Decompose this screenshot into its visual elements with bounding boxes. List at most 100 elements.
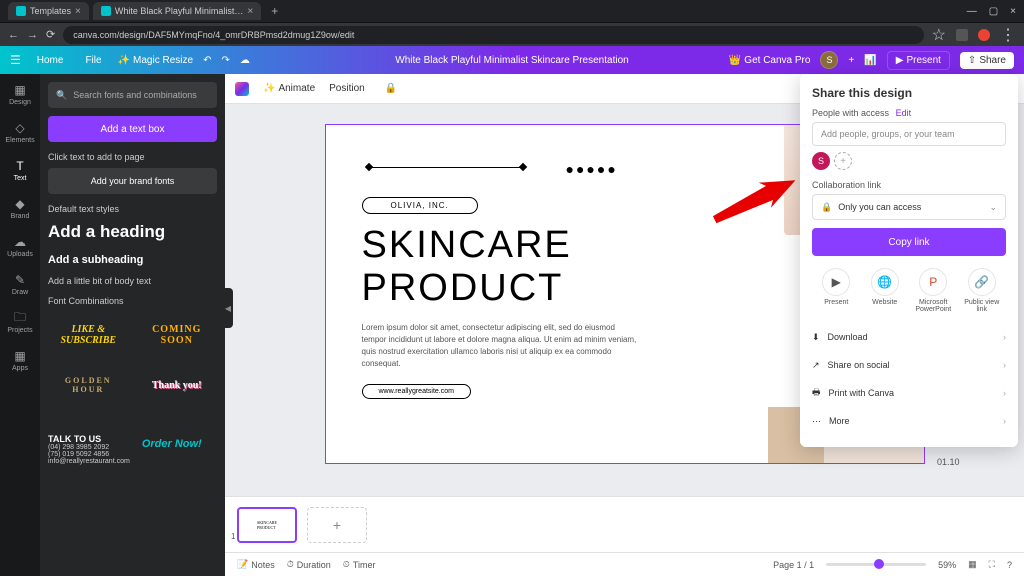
combo-thank-you[interactable]: Thank you! xyxy=(137,364,218,406)
rail-label: Apps xyxy=(12,365,28,372)
combo-talk-to-us[interactable]: TALK TO US (04) 298 3985 2092 (75) 019 5… xyxy=(48,434,130,465)
present-label: Present xyxy=(906,55,940,66)
add-member-icon[interactable]: + xyxy=(848,55,854,66)
combo-coming-soon[interactable]: COMING SOON xyxy=(137,314,218,356)
get-pro-button[interactable]: 👑Get Canva Pro xyxy=(729,55,811,66)
animate-button[interactable]: ✨Animate xyxy=(263,83,315,94)
color-picker-icon[interactable] xyxy=(235,82,249,96)
browser-tab-templates[interactable]: Templates × xyxy=(8,2,89,20)
add-member-button[interactable]: + xyxy=(834,152,852,170)
present-button[interactable]: ▶Present xyxy=(887,51,950,70)
user-avatar[interactable]: S xyxy=(820,51,838,69)
reload-icon[interactable]: ⟳ xyxy=(46,28,55,41)
zoom-thumb[interactable] xyxy=(874,559,884,569)
brand-chip[interactable]: OLIVIA, INC. xyxy=(362,197,478,214)
access-level-select[interactable]: 🔒 Only you can access ⌄ xyxy=(812,194,1006,220)
combo-golden-hour[interactable]: GOLDEN HOUR xyxy=(48,364,129,406)
share-public-link[interactable]: 🔗Public view link xyxy=(959,268,1005,313)
rail-label: Uploads xyxy=(7,251,33,258)
document-title[interactable]: White Black Playful Minimalist Skincare … xyxy=(395,55,628,66)
close-icon[interactable]: × xyxy=(75,6,81,17)
more-row[interactable]: ⋯More› xyxy=(812,407,1006,435)
profile-icon[interactable] xyxy=(978,29,990,41)
rail-draw[interactable]: ✎Draw xyxy=(0,270,40,298)
copy-link-button[interactable]: Copy link xyxy=(812,228,1006,256)
undo-icon[interactable]: ↶ xyxy=(203,55,211,66)
draw-icon: ✎ xyxy=(12,272,28,288)
page-number-badge: 01.10 xyxy=(937,457,960,467)
menu-icon[interactable]: ⋮ xyxy=(1000,25,1016,45)
share-powerpoint[interactable]: PMicrosoft PowerPoint xyxy=(910,268,956,313)
rail-projects[interactable]: 🗀Projects xyxy=(0,308,40,336)
zoom-value[interactable]: 59% xyxy=(938,560,956,570)
print-row[interactable]: 🖶Print with Canva› xyxy=(812,379,1006,407)
timer-button[interactable]: ⏲Timer xyxy=(343,559,376,570)
close-window-icon[interactable]: × xyxy=(1010,6,1016,17)
help-icon[interactable]: ? xyxy=(1007,560,1012,570)
powerpoint-icon: P xyxy=(919,268,947,296)
projects-icon: 🗀 xyxy=(12,310,28,326)
analytics-icon[interactable]: 📊 xyxy=(864,55,876,66)
download-icon: ⬇ xyxy=(812,332,820,343)
search-input[interactable]: 🔍 Search fonts and combinations xyxy=(48,82,217,108)
print-icon: 🖶 xyxy=(812,385,821,401)
add-page-button[interactable]: + xyxy=(307,507,367,543)
maximize-icon[interactable]: ▢ xyxy=(989,6,998,17)
magic-resize-button[interactable]: ✨Magic Resize xyxy=(118,55,193,66)
page-thumbnail[interactable]: 1 SKINCAREPRODUCT xyxy=(237,507,297,543)
add-people-input[interactable]: Add people, groups, or your team xyxy=(812,122,1006,146)
star-icon[interactable]: ☆ xyxy=(932,25,946,45)
collapse-panel-button[interactable]: ◀ xyxy=(223,288,233,328)
browser-tab-design[interactable]: White Black Playful Minimalist… × xyxy=(93,2,261,20)
position-button[interactable]: Position xyxy=(329,83,365,94)
url-input[interactable]: canva.com/design/DAF5MYmqFno/4_omrDRBPms… xyxy=(63,26,923,44)
window-controls: — ▢ × xyxy=(967,6,1016,17)
back-icon[interactable]: ← xyxy=(8,29,19,41)
fullscreen-icon[interactable]: ⛶ xyxy=(989,559,995,570)
rail-elements[interactable]: ◇Elements xyxy=(0,118,40,146)
search-icon: 🔍 xyxy=(56,90,67,101)
new-tab-button[interactable]: + xyxy=(265,4,284,18)
rail-brand[interactable]: ◆Brand xyxy=(0,194,40,222)
close-icon[interactable]: × xyxy=(247,6,253,17)
rail-uploads[interactable]: ☁Uploads xyxy=(0,232,40,260)
body-text[interactable]: Lorem ipsum dolor sit amet, consectetur … xyxy=(362,322,642,370)
lock-icon[interactable]: 🔒 xyxy=(385,83,397,94)
combo-like-subscribe[interactable]: LIKE & SUBSCRIBE xyxy=(48,314,129,356)
notes-button[interactable]: 📝Notes xyxy=(237,559,275,570)
zoom-slider[interactable] xyxy=(826,563,926,566)
edit-access-link[interactable]: Edit xyxy=(896,108,912,118)
redo-icon[interactable]: ↷ xyxy=(221,55,229,66)
rail-text[interactable]: TText xyxy=(0,156,40,184)
add-body-text-button[interactable]: Add a little bit of body text xyxy=(48,276,217,286)
extension-icon[interactable] xyxy=(956,29,968,41)
rail-label: Projects xyxy=(7,327,32,334)
home-button[interactable]: Home xyxy=(31,53,70,68)
duration-button[interactable]: ⏱Duration xyxy=(287,559,331,570)
rail-apps[interactable]: ▦Apps xyxy=(0,346,40,374)
forward-icon[interactable]: → xyxy=(27,29,38,41)
tool-rail: ▦Design ◇Elements TText ◆Brand ☁Uploads … xyxy=(0,74,40,576)
decor-line xyxy=(366,167,526,168)
add-subheading-button[interactable]: Add a subheading xyxy=(48,254,217,266)
download-row[interactable]: ⬇Download› xyxy=(812,323,1006,351)
minimize-icon[interactable]: — xyxy=(967,6,977,17)
grid-view-icon[interactable]: ▦ xyxy=(968,559,977,570)
add-heading-button[interactable]: Add a heading xyxy=(48,222,217,242)
page-strip: 1 SKINCAREPRODUCT + xyxy=(225,496,1024,552)
share-button[interactable]: ⇧Share xyxy=(960,52,1014,69)
menu-icon[interactable]: ☰ xyxy=(10,53,21,67)
chevron-right-icon: › xyxy=(1003,332,1006,342)
share-website[interactable]: 🌐Website xyxy=(862,268,908,313)
combo-order-now[interactable]: Order Now! xyxy=(142,438,202,450)
file-button[interactable]: File xyxy=(79,53,107,68)
add-brand-fonts-button[interactable]: Add your brand fonts xyxy=(48,168,217,194)
add-text-box-button[interactable]: Add a text box xyxy=(48,116,217,142)
rail-design[interactable]: ▦Design xyxy=(0,80,40,108)
tab-label: White Black Playful Minimalist… xyxy=(115,6,244,16)
page-counter: Page 1 / 1 xyxy=(773,560,814,570)
url-chip[interactable]: www.reallygreatsite.com xyxy=(362,384,471,399)
share-social-row[interactable]: ↗Share on social› xyxy=(812,351,1006,379)
member-avatar[interactable]: S xyxy=(812,152,830,170)
share-present[interactable]: ▶Present xyxy=(813,268,859,313)
